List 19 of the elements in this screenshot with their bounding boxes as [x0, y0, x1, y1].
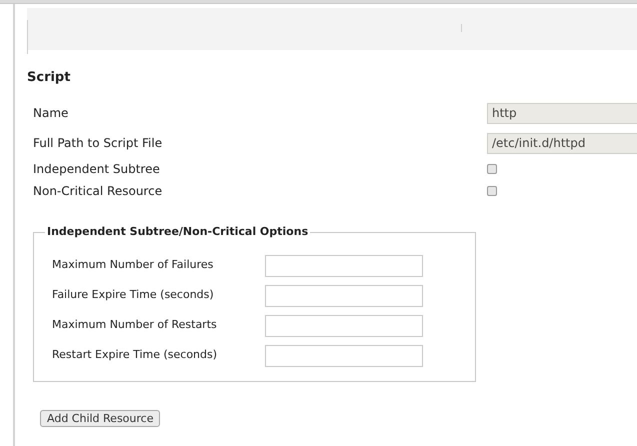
field-label: Non-Critical Resource	[33, 183, 164, 200]
add-child-resource-button[interactable]: Add Child Resource	[40, 410, 160, 426]
field-label: Restart Expire Time (seconds)	[52, 347, 218, 364]
checkbox[interactable]	[487, 186, 497, 196]
text-field[interactable]	[265, 254, 423, 276]
field-label: Maximum Number of Restarts	[52, 317, 218, 334]
text-field[interactable]	[265, 284, 423, 306]
section-title: Script	[27, 70, 72, 86]
text-field[interactable]	[265, 314, 423, 336]
field-label: Failure Expire Time (seconds)	[52, 287, 215, 304]
field-label: Name	[33, 105, 70, 122]
text-field[interactable]	[265, 344, 423, 366]
options-legend: Independent Subtree/Non-Critical Options	[45, 224, 310, 240]
field-label: Maximum Number of Failures	[52, 257, 214, 274]
text-field[interactable]: /etc/init.d/httpd	[487, 132, 637, 154]
text-field[interactable]: http	[487, 102, 637, 124]
checkbox[interactable]	[487, 164, 497, 174]
field-label: Full Path to Script File	[33, 135, 164, 152]
field-label: Independent Subtree	[33, 161, 161, 178]
